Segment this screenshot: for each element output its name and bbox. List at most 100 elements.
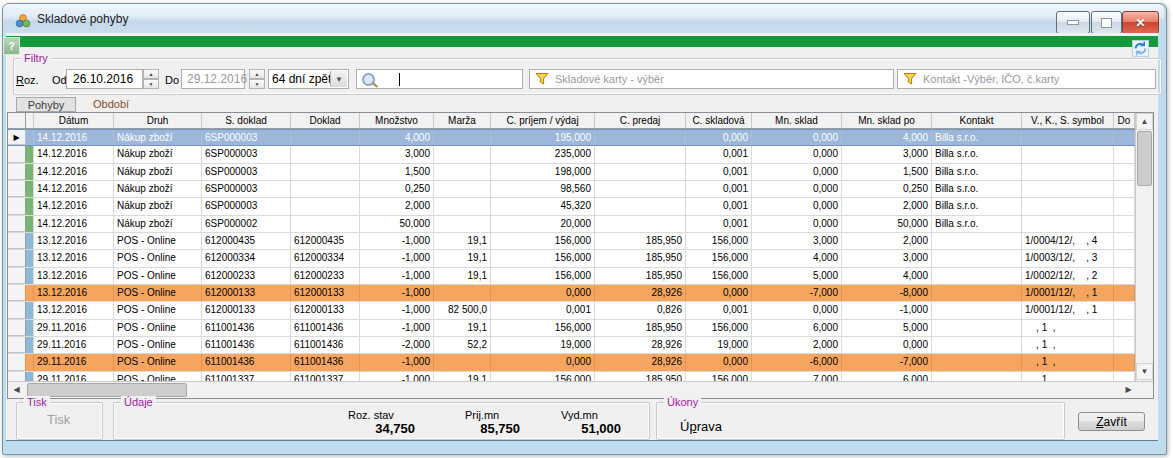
cell-vks: 1/0004/12/, , 4 <box>1022 233 1114 249</box>
table-row[interactable]: 29.11.2016POS - Online611001337611001337… <box>8 372 1153 381</box>
table-row[interactable]: 13.12.2016POS - Online612000435612000435… <box>8 233 1153 250</box>
chevron-down-icon[interactable]: ▼ <box>330 71 347 87</box>
cell-vks <box>1022 216 1114 232</box>
close-button[interactable]: ✕ <box>1122 11 1159 34</box>
stat-value: 51,000 <box>541 421 621 436</box>
cell-sdoklad: 6SP000003 <box>202 146 291 162</box>
table-row[interactable]: 14.12.2016Nákup zboží6SP0000033,000235,0… <box>8 146 1153 163</box>
tisk-button[interactable]: Tisk <box>47 412 70 427</box>
cell-dod <box>1114 164 1135 180</box>
cell-dod <box>1114 130 1135 145</box>
horizontal-scroll-thumb[interactable] <box>27 383 187 397</box>
cards-filter-input[interactable]: Skladové karty - výběr <box>529 69 894 89</box>
cell-skladova: 156,000 <box>686 372 752 381</box>
filter-funnel-icon <box>903 72 917 86</box>
cell-prijem: 0,000 <box>491 354 595 370</box>
row-type-strip <box>26 216 34 232</box>
cell-predaj: 0,826 <box>595 302 686 318</box>
table-row[interactable]: 29.11.2016POS - Online611001436611001436… <box>8 320 1153 337</box>
cell-kontakt <box>932 268 1022 284</box>
column-header-marza[interactable]: Marža <box>434 113 491 128</box>
tisk-group-label: Tisk <box>24 396 50 408</box>
cell-prijem: 156,000 <box>491 233 595 249</box>
table-row[interactable]: 29.11.2016POS - Online611001436611001436… <box>8 354 1153 371</box>
cell-doklad: 611001436 <box>291 320 360 336</box>
cell-date: 14.12.2016 <box>34 198 114 214</box>
table-row[interactable]: 14.12.2016Nákup zboží6SP0000032,00045,32… <box>8 198 1153 215</box>
column-header-druh[interactable]: Druh <box>114 113 202 128</box>
cell-kontakt <box>932 354 1022 370</box>
zavrit-button[interactable]: Zavřít <box>1078 412 1145 431</box>
date-to-spinner[interactable]: ▲ ▼ <box>249 69 265 89</box>
date-from-spinner[interactable]: ▲ ▼ <box>143 69 159 89</box>
table-row[interactable]: 13.12.2016POS - Online612000133612000133… <box>8 302 1153 319</box>
cell-sdoklad: 611001436 <box>202 354 291 370</box>
cell-marza <box>434 216 491 232</box>
column-header-prijem[interactable]: C. príjem / výdaj <box>491 113 595 128</box>
cell-marza: 19,1 <box>434 320 491 336</box>
scroll-right-icon[interactable]: ▶ <box>1120 382 1137 398</box>
table-row[interactable]: 14.12.2016Nákup zboží6SP00000250,00020,0… <box>8 216 1153 233</box>
cell-sdoklad: 612000334 <box>202 250 291 266</box>
cell-date: 29.11.2016 <box>34 354 114 370</box>
cell-sdoklad: 612000133 <box>202 302 291 318</box>
cell-prijem: 156,000 <box>491 320 595 336</box>
cell-mnsklad: 0,000 <box>752 146 842 162</box>
column-header-date[interactable]: Dátum <box>34 113 114 128</box>
cell-dod <box>1114 302 1135 318</box>
row-marker <box>8 216 26 232</box>
tab-pohyby[interactable]: Pohyby <box>16 97 76 112</box>
column-header-qty[interactable]: Množstvo <box>360 113 434 128</box>
vertical-scrollbar[interactable]: ▲ ▼ <box>1135 113 1153 381</box>
scroll-left-icon[interactable]: ◀ <box>8 382 25 398</box>
spin-down-icon[interactable]: ▼ <box>143 79 159 89</box>
table-row[interactable]: 14.12.2016Nákup zboží6SP0000031,500198,0… <box>8 164 1153 181</box>
cards-filter-placeholder: Skladové karty - výběr <box>555 73 664 85</box>
column-header-kontakt[interactable]: Kontakt <box>932 113 1022 128</box>
ukony-groupbox: Úkony Úprava <box>656 402 1065 440</box>
date-to-input[interactable]: 29.12.2016 <box>181 69 245 89</box>
refresh-icon[interactable] <box>1132 40 1149 57</box>
spin-up-icon[interactable]: ▲ <box>143 69 159 79</box>
cell-skladova: 0,001 <box>686 181 752 197</box>
cell-predaj <box>595 198 686 214</box>
search-input[interactable] <box>356 69 523 89</box>
column-header-mnskladpo[interactable]: Mn. sklad po <box>842 113 932 128</box>
cell-kontakt <box>932 302 1022 318</box>
scroll-up-icon[interactable]: ▲ <box>1136 113 1153 130</box>
table-row[interactable]: 13.12.2016POS - Online612000133612000133… <box>8 285 1153 302</box>
range-combobox[interactable]: 64 dní zpět ▼ <box>268 69 349 89</box>
column-header-predaj[interactable]: C. predaj <box>595 113 686 128</box>
cell-prijem: 20,000 <box>491 216 595 232</box>
uprava-link[interactable]: Úprava <box>680 419 722 434</box>
scroll-down-icon[interactable]: ▼ <box>1136 363 1153 380</box>
table-row[interactable]: 29.11.2016POS - Online611001436611001436… <box>8 337 1153 354</box>
table-row[interactable]: 14.12.2016Nákup zboží6SP0000030,25098,56… <box>8 181 1153 198</box>
column-header-skladova[interactable]: C. skladová <box>686 113 752 128</box>
column-header-dod[interactable]: Do <box>1114 113 1135 128</box>
table-row[interactable]: 13.12.2016POS - Online612000334612000334… <box>8 250 1153 267</box>
column-header-vks[interactable]: V., K., S. symbol <box>1022 113 1114 128</box>
column-header-doklad[interactable]: Doklad <box>291 113 360 128</box>
table-row[interactable]: 13.12.2016POS - Online612000233612000233… <box>8 268 1153 285</box>
tab-obdobi[interactable]: Období <box>93 98 129 110</box>
spin-down-icon[interactable]: ▼ <box>249 79 265 89</box>
date-from-input[interactable]: 26.10.2016 <box>66 69 143 89</box>
cell-qty: 0,250 <box>360 181 434 197</box>
column-header-mnsklad[interactable]: Mn. sklad <box>752 113 842 128</box>
cell-qty: -1,000 <box>360 285 434 301</box>
roz-link[interactable]: Roz. <box>16 74 39 86</box>
row-marker <box>8 250 26 266</box>
spin-up-icon[interactable]: ▲ <box>249 69 265 79</box>
table-row[interactable]: ▶14.12.2016Nákup zboží6SP0000034,000195,… <box>8 129 1153 146</box>
maximize-button[interactable] <box>1091 11 1122 34</box>
column-header-sdoklad[interactable]: S. doklad <box>202 113 291 128</box>
minimize-button[interactable] <box>1056 11 1090 34</box>
cell-skladova: 0,001 <box>686 302 752 318</box>
cell-predaj: 28,926 <box>595 285 686 301</box>
horizontal-scrollbar[interactable]: ◀ ▶ <box>8 381 1153 398</box>
contact-filter-input[interactable]: Kontakt -Výběr, IČO, č.karty <box>897 69 1156 89</box>
cell-doklad <box>291 216 360 232</box>
vertical-scroll-thumb[interactable] <box>1137 131 1152 186</box>
help-button[interactable]: ? <box>3 37 20 55</box>
